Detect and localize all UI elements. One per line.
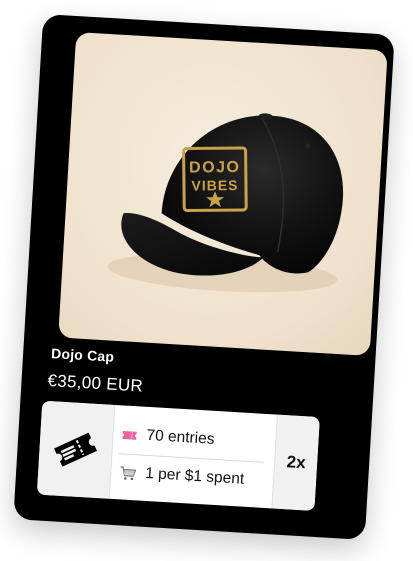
multiplier-badge: 2x [271,414,320,511]
cap-illustration: DOJO VIBES [107,113,343,293]
svg-text:VIBES: VIBES [191,177,238,193]
shopping-cart-icon [120,465,137,480]
rewards-panel: 70 entries 1 per $1 spent 2x [36,400,320,511]
reward-rows: 70 entries 1 per $1 spent [110,405,275,508]
entries-row: 70 entries [121,419,216,454]
svg-text:DOJO: DOJO [189,159,241,177]
ticket-icon [54,432,97,467]
entries-label: 70 entries [146,426,215,448]
multiplier-label: 2x [286,452,307,473]
spend-row: 1 per $1 spent [118,457,245,494]
stage: DOJO VIBES Dojo Cap €35,00 EUR 70 entrie… [0,0,413,561]
ticket-badge [36,400,116,499]
product-card[interactable]: DOJO VIBES Dojo Cap €35,00 EUR 70 entrie… [13,14,395,540]
spend-label: 1 per $1 spent [144,464,245,488]
pink-ticket-icon [122,430,137,440]
product-price: €35,00 EUR [47,370,144,396]
product-image[interactable]: DOJO VIBES [58,31,388,356]
product-title[interactable]: Dojo Cap [51,345,115,365]
